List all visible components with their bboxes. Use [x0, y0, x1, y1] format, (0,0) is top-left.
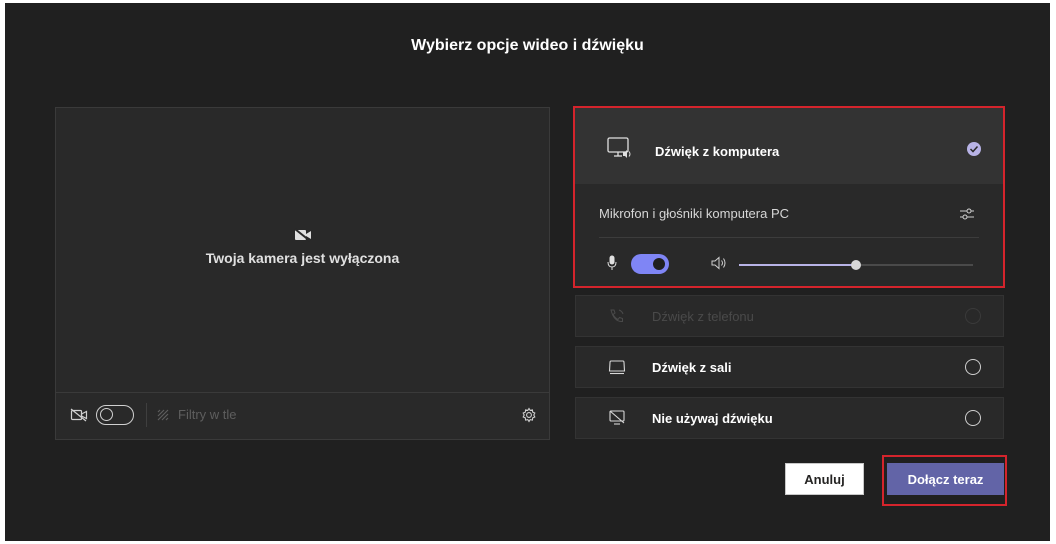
computer-audio-header[interactable]: Dźwięk z komputera: [575, 108, 1003, 184]
room-audio-radio[interactable]: [965, 359, 981, 375]
camera-preview: Twoja kamera jest wyłączona Filtry w tle: [55, 107, 550, 440]
audio-settings-icon[interactable]: [959, 206, 975, 222]
volume-fill: [739, 264, 856, 266]
phone-audio-option: Dźwięk z telefonu: [575, 295, 1004, 337]
microphone-icon: [607, 255, 617, 270]
computer-audio-icon: [607, 137, 631, 158]
no-audio-radio[interactable]: [965, 410, 981, 426]
volume-slider-thumb[interactable]: [851, 260, 861, 270]
camera-toggle[interactable]: [96, 405, 134, 425]
background-filters-button[interactable]: Filtry w tle: [156, 407, 237, 422]
preview-toolbar: Filtry w tle: [56, 392, 549, 439]
phone-icon: [610, 309, 624, 323]
computer-audio-label: Dźwięk z komputera: [655, 144, 780, 159]
camera-off-icon: [293, 228, 311, 242]
selected-check-icon: [967, 142, 981, 156]
no-audio-icon: [609, 410, 625, 425]
speaker-volume-slider[interactable]: [739, 260, 973, 270]
cancel-button[interactable]: Anuluj: [785, 463, 864, 495]
camera-off-icon: [70, 408, 88, 422]
camera-off-notice: Twoja kamera jest wyłączona: [56, 228, 549, 268]
join-now-button[interactable]: Dołącz teraz: [887, 463, 1004, 495]
phone-audio-radio: [965, 308, 981, 324]
no-audio-label: Nie używaj dźwięku: [652, 411, 773, 426]
no-audio-option[interactable]: Nie używaj dźwięku: [575, 397, 1004, 439]
divider: [146, 403, 147, 427]
speaker-icon: [711, 256, 726, 270]
dialog-title: Wybierz opcje wideo i dźwięku: [411, 37, 644, 54]
audio-device-name: Mikrofon i głośniki komputera PC: [599, 206, 790, 221]
join-dialog: Wybierz opcje wideo i dźwięku Twoja kame…: [5, 3, 1050, 541]
divider: [599, 237, 979, 238]
background-filters-icon: [157, 409, 169, 420]
microphone-toggle[interactable]: [631, 254, 669, 274]
room-audio-label: Dźwięk z sali: [652, 360, 732, 375]
computer-audio-option[interactable]: Dźwięk z komputera Mikrofon i głośniki k…: [573, 106, 1005, 288]
room-audio-option[interactable]: Dźwięk z sali: [575, 346, 1004, 388]
room-icon: [608, 360, 626, 375]
device-settings-icon[interactable]: [521, 407, 537, 423]
camera-off-message: Twoja kamera jest wyłączona: [205, 250, 400, 266]
background-filters-label: Filtry w tle: [178, 407, 237, 422]
phone-audio-label: Dźwięk z telefonu: [652, 309, 754, 324]
